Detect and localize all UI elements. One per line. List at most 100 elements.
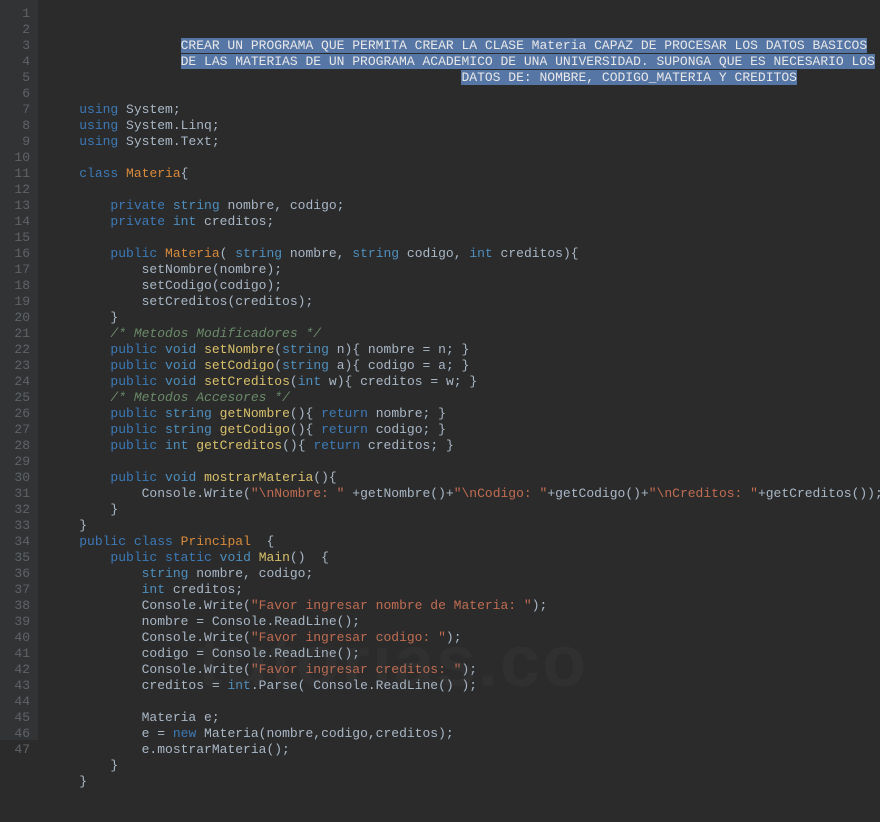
code-line[interactable]: using System;	[48, 102, 880, 118]
line-number: 25	[4, 390, 30, 406]
code-line[interactable]: public Materia( string nombre, string co…	[48, 246, 880, 262]
code-line[interactable]: }	[48, 758, 880, 774]
line-number: 4	[4, 54, 30, 70]
line-number: 34	[4, 534, 30, 550]
code-token: public	[110, 246, 157, 261]
line-number: 26	[4, 406, 30, 422]
code-token: );	[446, 630, 462, 645]
code-line[interactable]	[48, 694, 880, 710]
code-token: public	[110, 470, 157, 485]
code-token: +getCodigo()+	[547, 486, 648, 501]
code-line[interactable]	[48, 86, 880, 102]
code-line[interactable]: }	[48, 502, 880, 518]
code-line[interactable]: /* Metodos Accesores */	[48, 390, 880, 406]
code-line[interactable]: public void setCreditos(int w){ creditos…	[48, 374, 880, 390]
code-line[interactable]: }	[48, 310, 880, 326]
line-number: 31	[4, 486, 30, 502]
code-token: string	[142, 566, 189, 581]
line-number: 27	[4, 422, 30, 438]
code-token: public	[110, 438, 157, 453]
line-number: 42	[4, 662, 30, 678]
code-line[interactable]: setNombre(nombre);	[48, 262, 880, 278]
code-token: void	[165, 342, 196, 357]
code-line[interactable]: setCodigo(codigo);	[48, 278, 880, 294]
code-line[interactable]: int creditos;	[48, 582, 880, 598]
code-token: Materia e;	[142, 710, 220, 725]
code-token	[126, 534, 134, 549]
code-line[interactable]: public string getNombre(){ return nombre…	[48, 406, 880, 422]
code-editor[interactable]: 1234567891011121314151617181920212223242…	[0, 0, 880, 740]
line-number: 44	[4, 694, 30, 710]
code-line[interactable]: string nombre, codigo;	[48, 566, 880, 582]
code-line[interactable]: public void mostrarMateria(){	[48, 470, 880, 486]
code-token	[212, 550, 220, 565]
line-number: 6	[4, 86, 30, 102]
code-line[interactable]: DE LAS MATERIAS DE UN PROGRAMA ACADEMICO…	[48, 54, 880, 70]
code-line[interactable]: using System.Linq;	[48, 118, 880, 134]
code-line[interactable]: e.mostrarMateria();	[48, 742, 880, 758]
code-line[interactable]: private int creditos;	[48, 214, 880, 230]
code-token: +getCreditos());	[758, 486, 880, 501]
code-token: getNombre	[220, 406, 290, 421]
code-token	[196, 374, 204, 389]
code-token: public	[110, 342, 157, 357]
code-line[interactable]: public int getCreditos(){ return credito…	[48, 438, 880, 454]
code-token: string	[352, 246, 399, 261]
line-number: 43	[4, 678, 30, 694]
code-token: nombre = Console.ReadLine();	[142, 614, 360, 629]
code-line[interactable]: private string nombre, codigo;	[48, 198, 880, 214]
code-token: setCreditos(creditos);	[142, 294, 314, 309]
code-line[interactable]	[48, 150, 880, 166]
code-token: "Favor ingresar creditos: "	[251, 662, 462, 677]
code-line[interactable]: }	[48, 518, 880, 534]
code-token: System.Linq;	[118, 118, 219, 133]
code-line[interactable]: codigo = Console.ReadLine();	[48, 646, 880, 662]
code-token	[212, 422, 220, 437]
code-line[interactable]: Materia e;	[48, 710, 880, 726]
code-line[interactable]: CREAR UN PROGRAMA QUE PERMITA CREAR LA C…	[48, 38, 880, 54]
code-token: codigo,	[399, 246, 469, 261]
code-area[interactable]: CREAR UN PROGRAMA QUE PERMITA CREAR LA C…	[38, 0, 880, 740]
code-line[interactable]	[48, 182, 880, 198]
code-token: void	[220, 550, 251, 565]
code-token: void	[165, 470, 196, 485]
code-token: nombre, codigo;	[188, 566, 313, 581]
code-line[interactable]: setCreditos(creditos);	[48, 294, 880, 310]
code-line[interactable]: Console.Write("\nNombre: " +getNombre()+…	[48, 486, 880, 502]
code-line[interactable]: }	[48, 774, 880, 790]
code-token: (	[290, 374, 298, 389]
code-token: }	[79, 518, 87, 533]
code-line[interactable]: nombre = Console.ReadLine();	[48, 614, 880, 630]
line-number: 28	[4, 438, 30, 454]
code-token: (	[274, 358, 282, 373]
code-line[interactable]: DATOS DE: NOMBRE, CODIGO_MATERIA Y CREDI…	[48, 70, 880, 86]
code-token: w){ creditos = w; }	[321, 374, 477, 389]
code-line[interactable]: public string getCodigo(){ return codigo…	[48, 422, 880, 438]
code-line[interactable]: /* Metodos Modificadores */	[48, 326, 880, 342]
code-line[interactable]: using System.Text;	[48, 134, 880, 150]
code-line[interactable]: public void setCodigo(string a){ codigo …	[48, 358, 880, 374]
code-line[interactable]: Console.Write("Favor ingresar nombre de …	[48, 598, 880, 614]
code-line[interactable]: public void setNombre(string n){ nombre …	[48, 342, 880, 358]
code-line[interactable]	[48, 230, 880, 246]
code-line[interactable]: public class Principal {	[48, 534, 880, 550]
line-number: 36	[4, 566, 30, 582]
line-number: 21	[4, 326, 30, 342]
code-line[interactable]: Console.Write("Favor ingresar codigo: ")…	[48, 630, 880, 646]
code-line[interactable]: creditos = int.Parse( Console.ReadLine()…	[48, 678, 880, 694]
code-token: int	[469, 246, 492, 261]
line-number-gutter: 1234567891011121314151617181920212223242…	[0, 0, 38, 740]
code-line[interactable]	[48, 454, 880, 470]
code-line[interactable]: class Materia{	[48, 166, 880, 182]
code-token: string	[165, 406, 212, 421]
line-number: 11	[4, 166, 30, 182]
code-token: n){ nombre = n; }	[329, 342, 469, 357]
code-line[interactable]: Console.Write("Favor ingresar creditos: …	[48, 662, 880, 678]
code-token	[157, 374, 165, 389]
code-line[interactable]: public static void Main() {	[48, 550, 880, 566]
code-token: nombre; }	[368, 406, 446, 421]
code-token: getCreditos	[196, 438, 282, 453]
code-token: (){	[282, 438, 313, 453]
code-token: new	[173, 726, 196, 741]
code-token: return	[321, 422, 368, 437]
